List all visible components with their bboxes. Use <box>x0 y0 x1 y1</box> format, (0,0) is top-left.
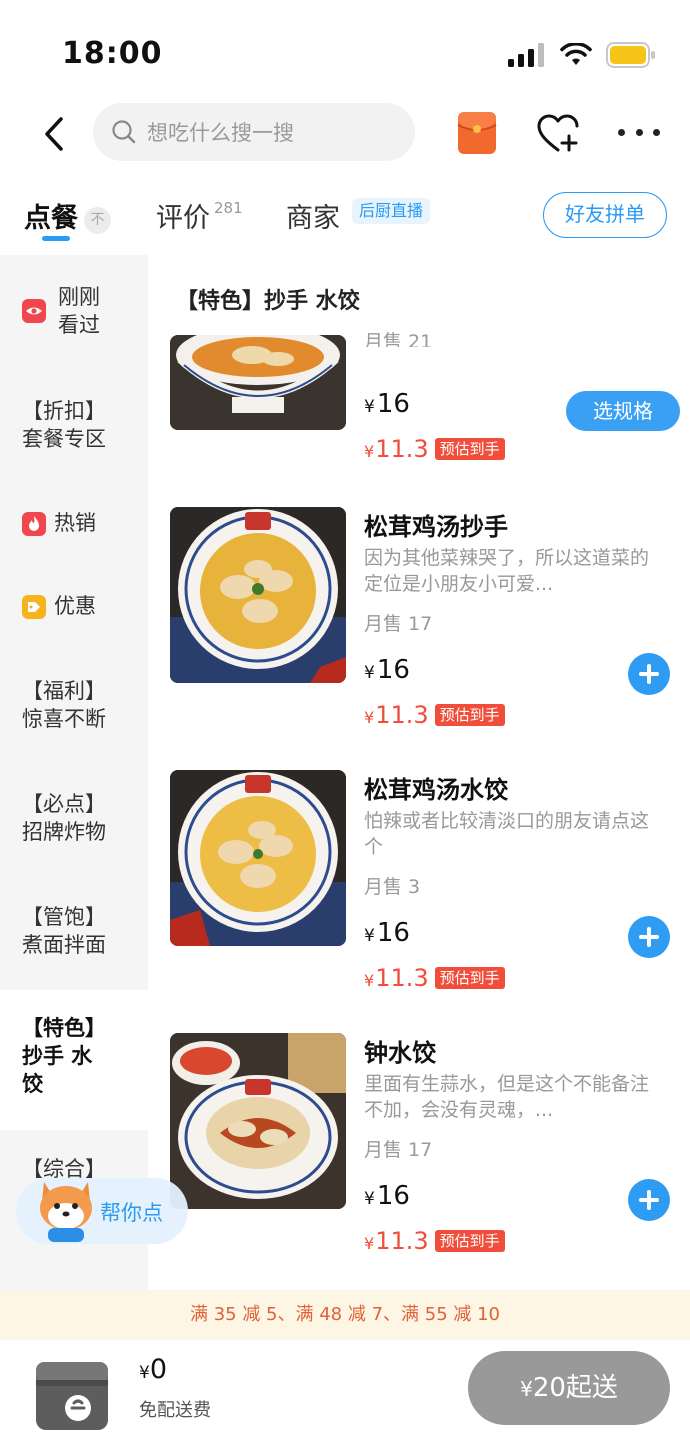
add-to-cart-button[interactable] <box>628 653 670 695</box>
sidebar-item-signature-fried[interactable]: 【必点】 招牌炸物 <box>0 790 148 846</box>
tab-active-indicator <box>42 236 70 241</box>
dish-image <box>170 770 346 946</box>
tab-order-label: 点餐 <box>24 203 78 234</box>
dish-description: 里面有生蒜水，但是这个不能备注不加，会没有灵魂，... <box>364 1073 650 1121</box>
more-dot-icon <box>653 128 660 136</box>
chevron-left-icon <box>45 117 63 151</box>
review-count: 281 <box>214 199 243 217</box>
dish-card[interactable]: 松茸鸡汤抄手 因为其他菜辣哭了，所以这道菜的定位是小朋友小可爱... 月售 17… <box>170 507 680 747</box>
dish-sales: 月售 17 <box>364 1139 433 1161</box>
tab-reviews[interactable]: 评价 281 <box>156 196 243 235</box>
dish-price: ¥16 <box>364 655 410 685</box>
sidebar-item-hot-sales[interactable]: 热销 <box>0 509 148 537</box>
dish-price: ¥16 <box>364 918 410 948</box>
sidebar-item-label: 【折扣】 <box>22 399 106 423</box>
sidebar-item-offers[interactable]: 优惠 <box>0 592 148 620</box>
tab-reviews-label: 评价 <box>156 203 210 234</box>
order-helper-button[interactable]: 帮你点 <box>16 1178 188 1244</box>
dish-card[interactable]: 松茸鸡汤水饺 怕辣或者比较清淡口的朋友请点这个 月售 3 ¥16 ¥11.3 预估… <box>170 770 680 1010</box>
dish-image <box>170 507 346 683</box>
sidebar-item-label: 套餐专区 <box>22 427 106 451</box>
delivery-fee: 免配送费 <box>139 1400 211 1421</box>
promo-banner: 满 35 减 5、满 48 减 7、满 55 减 10 <box>0 1290 690 1340</box>
dish-sales: 月售 21 <box>364 331 433 347</box>
back-button[interactable] <box>34 112 74 156</box>
red-packet-icon[interactable] <box>457 111 497 155</box>
more-dot-icon <box>635 128 643 136</box>
more-options-button[interactable] <box>618 122 660 142</box>
search-icon <box>112 120 136 144</box>
dish-sales: 月售 17 <box>364 613 433 635</box>
shiba-mascot-icon <box>40 1182 92 1242</box>
sidebar-item-label: 热销 <box>54 511 96 535</box>
sidebar-item-label: 抄手 水 <box>22 1044 93 1068</box>
dish-name: 钟水饺 <box>364 1039 436 1067</box>
dish-name: 松茸鸡汤抄手 <box>364 513 508 541</box>
dish-name: 松茸鸡汤水饺 <box>364 776 508 804</box>
search-input[interactable]: 想吃什么搜一搜 <box>93 103 415 161</box>
dish-estimated-price: ¥11.3 预估到手 <box>364 964 505 992</box>
dish-description: 怕辣或者比较清淡口的朋友请点这个 <box>364 810 650 858</box>
add-to-cart-button[interactable] <box>628 1179 670 1221</box>
tab-merchant-label: 商家 <box>286 203 340 234</box>
eye-icon <box>22 299 46 323</box>
battery-icon <box>606 42 655 68</box>
cart-bar: ¥0 免配送费 ¥20起送 <box>0 1340 690 1445</box>
estimated-tag: 预估到手 <box>434 704 505 726</box>
dish-sales: 月售 3 <box>364 876 421 898</box>
checkout-button[interactable]: ¥20起送 <box>468 1351 670 1425</box>
tab-order[interactable]: 点餐不 <box>24 196 111 235</box>
dish-price: ¥16 <box>364 389 410 419</box>
sidebar-item-label: 饺 <box>22 1072 43 1096</box>
sidebar-item-wontons-dumplings[interactable]: 【特色】 抄手 水 饺 <box>0 990 148 1130</box>
sidebar-item-label: 优惠 <box>54 594 96 618</box>
choose-spec-button[interactable]: 选规格 <box>566 391 680 431</box>
status-icons <box>508 40 656 70</box>
top-bar: 想吃什么搜一搜 <box>0 100 690 170</box>
sidebar-item-recently-viewed[interactable]: 刚刚 看过 <box>0 283 148 339</box>
tag-icon <box>22 595 46 619</box>
estimated-tag: 预估到手 <box>434 967 505 989</box>
sidebar-item-label: 煮面拌面 <box>22 933 106 957</box>
menu-list: 【特色】抄手 水饺 月售 21 ¥16 ¥11.3 预估到手 选规格 松茸鸡汤抄… <box>148 255 690 1290</box>
sidebar-item-label: 惊喜不断 <box>22 707 106 731</box>
status-time: 18:00 <box>62 36 163 71</box>
tab-order-badge: 不 <box>84 207 111 234</box>
tab-merchant[interactable]: 商家 <box>286 196 340 235</box>
favorite-add-icon[interactable] <box>536 112 580 156</box>
sidebar-item-label: 【特色】 <box>22 1016 106 1040</box>
sidebar-item-label: 【管饱】 <box>22 905 106 929</box>
kitchen-live-badge[interactable]: 后厨直播 <box>352 198 431 224</box>
section-title: 【特色】抄手 水饺 <box>176 289 360 314</box>
sidebar-item-benefits[interactable]: 【福利】 惊喜不断 <box>0 677 148 733</box>
sidebar-item-noodles[interactable]: 【管饱】 煮面拌面 <box>0 903 148 959</box>
sidebar-item-label: 【福利】 <box>22 679 106 703</box>
estimated-tag: 预估到手 <box>434 438 505 460</box>
flame-icon <box>22 512 46 536</box>
more-dot-icon <box>618 128 625 136</box>
dish-estimated-price: ¥11.3 预估到手 <box>364 435 505 463</box>
dish-card[interactable]: 钟水饺 里面有生蒜水，但是这个不能备注不加，会没有灵魂，... 月售 17 ¥1… <box>170 1033 680 1273</box>
cart-bag-icon[interactable] <box>32 1350 112 1434</box>
order-helper-label: 帮你点 <box>100 1201 163 1225</box>
dish-card[interactable]: 月售 21 ¥16 ¥11.3 预估到手 选规格 <box>170 331 680 470</box>
search-placeholder: 想吃什么搜一搜 <box>147 121 294 145</box>
dish-estimated-price: ¥11.3 预估到手 <box>364 701 505 729</box>
wifi-icon <box>560 43 592 65</box>
cellular-signal-icon <box>508 43 544 67</box>
dish-image <box>170 1033 346 1209</box>
dish-price: ¥16 <box>364 1181 410 1211</box>
add-to-cart-button[interactable] <box>628 916 670 958</box>
dish-image <box>170 335 346 430</box>
group-order-button[interactable]: 好友拼单 <box>543 192 667 238</box>
category-sidebar: 刚刚 看过 【折扣】 套餐专区 热销 优惠 【福利】 惊喜不断 【必点】 招牌炸… <box>0 255 148 1290</box>
sidebar-item-label: 招牌炸物 <box>22 820 106 844</box>
cart-total: ¥0 <box>139 1354 168 1385</box>
dish-estimated-price: ¥11.3 预估到手 <box>364 1227 505 1255</box>
status-bar: 18:00 <box>0 0 690 100</box>
dish-description: 因为其他菜辣哭了，所以这道菜的定位是小朋友小可爱... <box>364 547 650 595</box>
sidebar-item-discount-combos[interactable]: 【折扣】 套餐专区 <box>0 397 148 453</box>
estimated-tag: 预估到手 <box>434 1230 505 1252</box>
sidebar-item-label: 【必点】 <box>22 792 106 816</box>
